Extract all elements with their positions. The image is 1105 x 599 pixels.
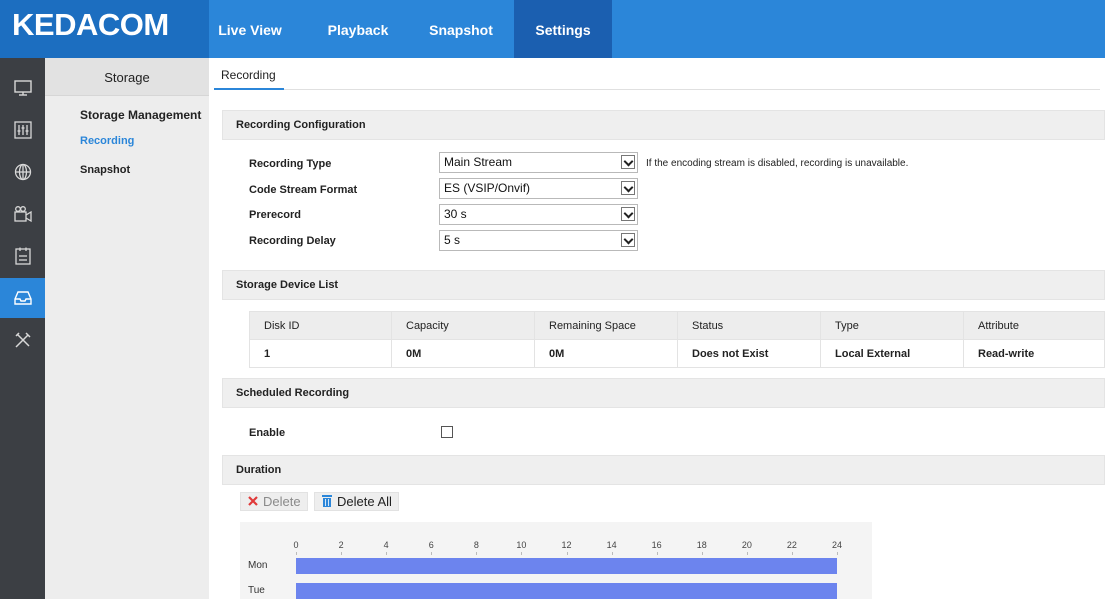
nav-tab-settings[interactable]: Settings bbox=[514, 0, 612, 58]
nav-tab-playback[interactable]: Playback bbox=[317, 0, 399, 58]
hour-tick bbox=[746, 552, 748, 555]
hour-tick bbox=[386, 552, 388, 555]
recording-delay-label: Recording Delay bbox=[249, 235, 336, 247]
code-stream-format-label: Code Stream Format bbox=[249, 184, 358, 196]
tools-icon[interactable] bbox=[0, 320, 45, 360]
close-icon bbox=[248, 496, 258, 506]
recording-hint: If the encoding stream is disabled, reco… bbox=[646, 158, 909, 169]
hour-label: 24 bbox=[831, 540, 843, 550]
top-bar: KEDACOM Live View Playback Snapshot Sett… bbox=[0, 0, 1105, 58]
network-icon[interactable] bbox=[0, 152, 45, 192]
delete-label: Delete bbox=[263, 494, 301, 509]
col-status: Status bbox=[677, 311, 821, 340]
chevron-down-icon bbox=[621, 207, 635, 221]
schedule-bar[interactable] bbox=[296, 558, 837, 574]
section-recording-configuration: Recording Configuration bbox=[222, 110, 1105, 140]
hour-tick bbox=[701, 552, 703, 555]
schedule-bar[interactable] bbox=[296, 583, 837, 599]
recording-delay-value: 5 s bbox=[444, 233, 461, 247]
cell-type: Local External bbox=[820, 339, 964, 368]
delete-all-button[interactable]: Delete All bbox=[314, 492, 399, 511]
recording-delay-select[interactable]: 5 s bbox=[439, 230, 638, 251]
cell-disk-id: 1 bbox=[249, 339, 392, 368]
main-content: Recording Recording Configuration Record… bbox=[209, 58, 1105, 599]
storage-sidebar: Storage Storage Management Recording Sna… bbox=[45, 58, 209, 599]
icon-rail bbox=[0, 58, 45, 599]
tab-divider bbox=[214, 89, 1100, 90]
recording-type-label: Recording Type bbox=[249, 158, 332, 170]
prerecord-value: 30 s bbox=[444, 207, 467, 221]
delete-all-label: Delete All bbox=[337, 494, 392, 509]
monitor-icon[interactable] bbox=[0, 68, 45, 108]
hour-tick bbox=[611, 552, 613, 555]
recording-type-select[interactable]: Main Stream bbox=[439, 152, 638, 173]
chevron-down-icon bbox=[621, 155, 635, 169]
col-attribute: Attribute bbox=[963, 311, 1105, 340]
prerecord-label: Prerecord bbox=[249, 209, 301, 221]
table-row[interactable]: 1 0M 0M Does not Exist Local External Re… bbox=[249, 339, 1105, 368]
code-stream-format-value: ES (VSIP/Onvif) bbox=[444, 181, 531, 195]
recording-type-value: Main Stream bbox=[444, 155, 513, 169]
hour-tick bbox=[656, 552, 658, 555]
camera-icon[interactable] bbox=[0, 194, 45, 234]
section-storage-device-list: Storage Device List bbox=[222, 270, 1105, 300]
hour-tick bbox=[431, 552, 433, 555]
hour-tick bbox=[296, 552, 297, 555]
kedacom-logo: KEDACOM bbox=[12, 7, 169, 42]
chevron-down-icon bbox=[621, 233, 635, 247]
hour-label: 10 bbox=[516, 540, 527, 550]
tab-active-indicator bbox=[214, 88, 284, 90]
section-duration: Duration bbox=[222, 455, 1105, 485]
hour-label: 18 bbox=[696, 540, 707, 550]
table-header-row: Disk ID Capacity Remaining Space Status … bbox=[249, 311, 1105, 340]
col-capacity: Capacity bbox=[391, 311, 535, 340]
hour-tick bbox=[837, 552, 838, 555]
cell-attribute: Read-write bbox=[963, 339, 1105, 368]
schedule-grid[interactable]: 0 2 4 6 8 10 12 14 16 18 20 22 24 Mon Tue bbox=[240, 522, 872, 599]
sidebar-item-recording[interactable]: Recording bbox=[80, 135, 134, 147]
enable-label: Enable bbox=[249, 427, 286, 439]
cell-remaining-space: 0M bbox=[534, 339, 678, 368]
hour-label: 4 bbox=[383, 540, 389, 550]
nav-tab-snapshot[interactable]: Snapshot bbox=[420, 0, 502, 58]
sidebar-item-storage-management[interactable]: Storage Management bbox=[80, 108, 201, 122]
section-scheduled-recording: Scheduled Recording bbox=[222, 378, 1105, 408]
cell-capacity: 0M bbox=[391, 339, 535, 368]
equalizer-icon[interactable] bbox=[0, 110, 45, 150]
hour-tick bbox=[476, 552, 478, 555]
storage-device-table: Disk ID Capacity Remaining Space Status … bbox=[249, 311, 1105, 368]
delete-button[interactable]: Delete bbox=[240, 492, 308, 511]
day-label: Mon bbox=[248, 560, 268, 571]
chevron-down-icon bbox=[621, 181, 635, 195]
trash-icon bbox=[322, 495, 332, 507]
hour-label: 12 bbox=[561, 540, 572, 550]
hour-tick bbox=[791, 552, 793, 555]
hour-label: 8 bbox=[473, 540, 479, 550]
col-remaining-space: Remaining Space bbox=[534, 311, 678, 340]
col-disk-id: Disk ID bbox=[249, 311, 392, 340]
hour-label: 14 bbox=[606, 540, 617, 550]
storage-icon[interactable] bbox=[0, 278, 45, 318]
hour-label: 16 bbox=[651, 540, 662, 550]
logo-area: KEDACOM bbox=[0, 0, 209, 58]
sidebar-item-snapshot[interactable]: Snapshot bbox=[80, 164, 130, 176]
hour-label: 0 bbox=[293, 540, 299, 550]
hour-tick bbox=[341, 552, 343, 555]
hour-label: 2 bbox=[338, 540, 344, 550]
col-type: Type bbox=[820, 311, 964, 340]
code-stream-format-select[interactable]: ES (VSIP/Onvif) bbox=[439, 178, 638, 199]
prerecord-select[interactable]: 30 s bbox=[439, 204, 638, 225]
cell-status: Does not Exist bbox=[677, 339, 821, 368]
hour-tick bbox=[566, 552, 568, 555]
hour-label: 20 bbox=[741, 540, 752, 550]
sidebar-title: Storage bbox=[45, 58, 209, 96]
event-icon[interactable] bbox=[0, 236, 45, 276]
hour-label: 22 bbox=[786, 540, 797, 550]
nav-tab-live-view[interactable]: Live View bbox=[209, 0, 291, 58]
hour-label: 6 bbox=[428, 540, 434, 550]
tab-recording[interactable]: Recording bbox=[221, 68, 276, 82]
hour-tick bbox=[521, 552, 523, 555]
day-label: Tue bbox=[248, 585, 265, 596]
enable-checkbox[interactable] bbox=[441, 426, 453, 438]
